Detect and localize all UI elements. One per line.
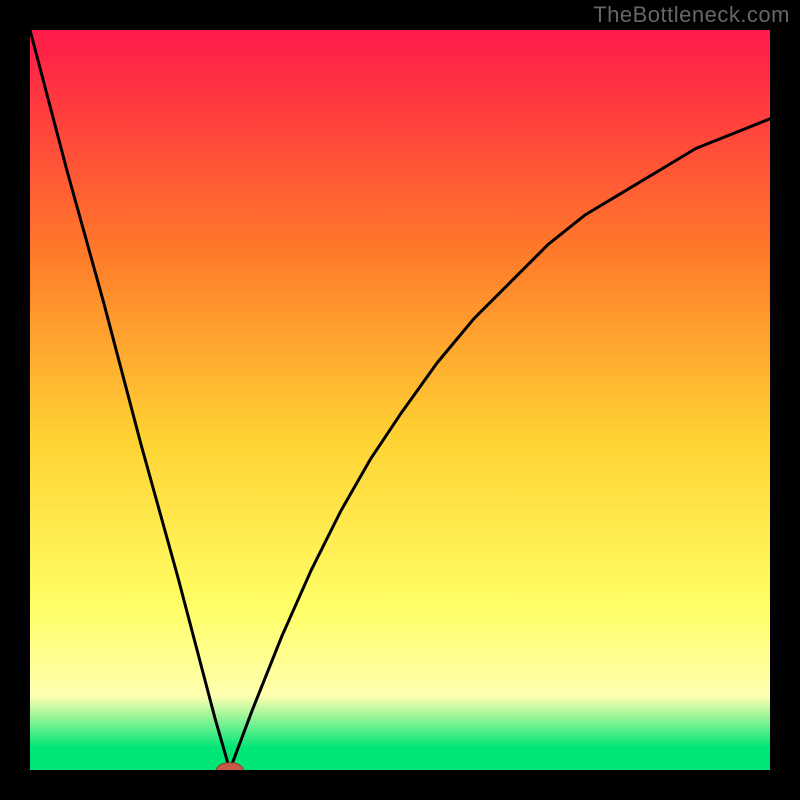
chart-svg (30, 30, 770, 770)
gradient-background (30, 30, 770, 770)
plot-area (30, 30, 770, 770)
watermark-text: TheBottleneck.com (593, 2, 790, 28)
chart-frame: TheBottleneck.com (0, 0, 800, 800)
